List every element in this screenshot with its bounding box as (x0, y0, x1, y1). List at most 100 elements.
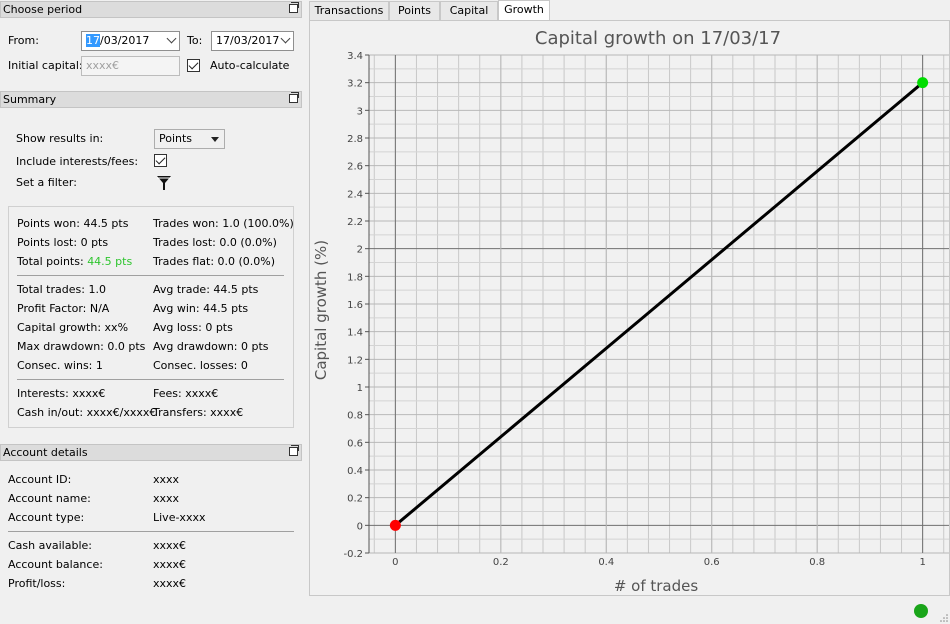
x-tick-label: 0.8 (809, 557, 825, 568)
stat-avg-trade: Avg trade: 44.5 pts (153, 283, 259, 296)
y-tick-label: -0.2 (343, 549, 363, 560)
y-tick-label: 1.4 (347, 328, 363, 339)
account-id-value: xxxx (153, 473, 180, 486)
stat-points-won: Points won: 44.5 pts (17, 217, 129, 230)
x-tick-label: 0.6 (704, 557, 720, 568)
y-tick-label: 2.8 (347, 134, 363, 145)
tab-transactions[interactable]: Transactions (309, 1, 389, 20)
summary-title: Summary (3, 93, 57, 106)
divider (17, 379, 284, 380)
tab-points-label: Points (397, 4, 432, 17)
y-tick-label: 2.4 (347, 189, 363, 200)
stat-transfers: Transfers: xxxx€ (153, 406, 244, 419)
resize-grip-icon[interactable] (940, 614, 948, 622)
tab-capital[interactable]: Capital (440, 1, 498, 20)
account-type-value: Live-xxxx (153, 511, 206, 524)
stat-trades-lost: Trades lost: 0.0 (0.0%) (153, 236, 277, 249)
filter-label: Set a filter: (16, 176, 77, 189)
x-tick-label: 0 (392, 557, 398, 568)
y-tick-label: 0 (357, 521, 363, 532)
stat-avg-loss: Avg loss: 0 pts (153, 321, 233, 334)
cash-available-value: xxxx€ (153, 539, 187, 552)
undock-icon[interactable] (289, 445, 299, 456)
include-interests-checkbox[interactable] (154, 154, 167, 167)
profit-loss-value: xxxx€ (153, 577, 187, 590)
y-tick-label: 2 (357, 245, 363, 256)
divider (17, 275, 284, 276)
account-details-title: Account details (3, 446, 88, 459)
stat-fees: Fees: xxxx€ (153, 387, 219, 400)
initial-capital-label: Initial capital: (8, 59, 83, 72)
data-point (917, 77, 929, 89)
show-results-value: Points (159, 132, 193, 145)
tab-growth[interactable]: Growth (498, 0, 550, 21)
x-tick-label: 0.2 (493, 557, 509, 568)
stat-points-lost: Points lost: 0 pts (17, 236, 109, 249)
from-date-day: 17 (86, 34, 100, 47)
y-tick-label: 0.4 (347, 466, 363, 477)
to-date-picker[interactable]: 17/03/2017 (211, 31, 294, 51)
stat-trades-flat: Trades flat: 0.0 (0.0%) (153, 255, 276, 268)
stat-cash-in-out: Cash in/out: xxxx€/xxxx€ (17, 406, 157, 419)
to-date-value: 17/03/2017 (216, 34, 280, 47)
stat-consec-losses: Consec. losses: 0 (153, 359, 248, 372)
y-tick-label: 2.2 (347, 217, 363, 228)
account-name-value: xxxx (153, 492, 180, 505)
undock-icon[interactable] (289, 92, 299, 103)
profit-loss-label: Profit/loss: (8, 577, 66, 590)
x-tick-label: 0.4 (598, 557, 614, 568)
auto-calculate-label: Auto-calculate (210, 59, 290, 72)
stat-capital-growth: Capital growth: xx% (17, 321, 129, 334)
account-balance-value: xxxx€ (153, 558, 187, 571)
undock-icon[interactable] (289, 2, 299, 13)
stat-total-points-value: 44.5 pts (87, 255, 133, 268)
chart-x-axis-label: # of trades (614, 577, 699, 595)
initial-capital-placeholder: xxxx€ (86, 59, 120, 72)
chevron-down-icon (166, 33, 177, 44)
account-id-label: Account ID: (8, 473, 72, 486)
account-type-label: Account type: (8, 511, 85, 524)
choose-period-title: Choose period (3, 3, 83, 16)
to-label: To: (187, 34, 203, 47)
checkmark-icon (188, 59, 199, 70)
stat-consec-wins: Consec. wins: 1 (17, 359, 103, 372)
auto-calculate-checkbox[interactable] (187, 59, 200, 72)
y-tick-label: 2.6 (347, 162, 363, 173)
stat-avg-drawdown: Avg drawdown: 0 pts (153, 340, 269, 353)
show-results-select[interactable]: Points (154, 129, 225, 149)
stat-interests: Interests: xxxx€ (17, 387, 106, 400)
chevron-down-icon (280, 33, 291, 44)
account-balance-label: Account balance: (8, 558, 103, 571)
chart-title: Capital growth on 17/03/17 (535, 28, 781, 49)
choose-period-header: Choose period (0, 1, 302, 18)
y-tick-label: 3 (357, 106, 363, 117)
data-point (389, 519, 401, 531)
stat-max-drawdown: Max drawdown: 0.0 pts (17, 340, 146, 353)
stat-total-points-label: Total points: (17, 255, 88, 268)
stat-avg-win: Avg win: 44.5 pts (153, 302, 249, 315)
y-tick-label: 0.8 (347, 411, 363, 422)
cash-available-label: Cash available: (8, 539, 92, 552)
connection-status-indicator (914, 604, 928, 618)
from-date-rest: /03/2017 (100, 34, 150, 47)
tab-points[interactable]: Points (389, 1, 440, 20)
include-interests-label: Include interests/fees: (16, 155, 139, 168)
filter-icon[interactable] (156, 175, 172, 191)
account-details-header: Account details (0, 444, 302, 461)
from-date-picker[interactable]: 17/03/2017 (81, 31, 180, 51)
from-label: From: (8, 34, 39, 47)
initial-capital-input[interactable]: xxxx€ (81, 56, 180, 76)
tab-growth-label: Growth (504, 3, 544, 16)
tab-transactions-label: Transactions (314, 4, 384, 17)
stat-trades-won: Trades won: 1.0 (100.0%) (153, 217, 294, 230)
y-tick-label: 1.8 (347, 272, 363, 283)
stat-total-points: Total points: 44.5 pts (17, 255, 132, 268)
growth-chart-panel: Capital growth on 17/03/17 # of trades C… (309, 20, 950, 596)
dropdown-arrow-icon (211, 137, 219, 142)
y-tick-label: 1 (357, 383, 363, 394)
show-results-label: Show results in: (16, 132, 104, 145)
y-tick-label: 3.4 (347, 51, 363, 62)
chart-y-axis-label: Capital growth (%) (312, 240, 330, 380)
summary-header: Summary (0, 91, 302, 108)
x-tick-label: 1 (919, 557, 925, 568)
